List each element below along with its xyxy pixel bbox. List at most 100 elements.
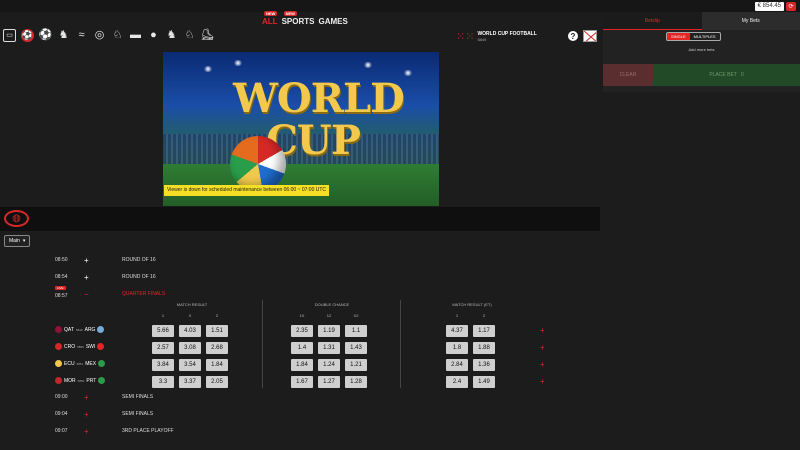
round-time: 09:04 [55,411,68,417]
odds-button[interactable]: 2.05 [206,376,228,388]
odds-button[interactable]: 1.88 [473,342,495,354]
away-flag-icon [97,343,105,350]
list-item[interactable]: 09:07 + 3RD PLACE PLAYOFF [0,425,600,437]
refresh-icon[interactable]: ⟳ [786,1,796,11]
football-icon[interactable]: ⚽ [39,29,53,42]
betslip-panel: Betslip My Bets SINGLE MULTIPLES Add mor… [603,12,800,92]
expand-icon[interactable]: + [84,273,89,282]
odds-button[interactable]: 1.1 [345,325,367,337]
list-item[interactable]: 08:50 + ROUND OF 16 [0,254,600,266]
clear-button[interactable]: CLEAR [603,64,653,86]
column-header: 1 [455,313,459,318]
away-team: MEX [85,360,97,367]
nav-games-label: GAMES [318,17,348,26]
odds-button[interactable]: 1.8 [446,342,468,354]
odds-button[interactable]: 3.37 [179,376,201,388]
motor-racing-icon[interactable]: ▬ [129,29,142,42]
mode-single[interactable]: SINGLE [667,33,690,40]
odds-button[interactable]: 2.35 [291,325,313,337]
table-row: MOR 5852 PRT 3.3 3.37 2.05 1.67 1.27 1.28 2.4 1.49… [0,376,600,389]
target-icon[interactable]: ◎ [93,29,106,42]
list-item[interactable]: 08:54 + ROUND OF 16 [0,271,600,283]
list-item[interactable]: 09:04 + SEMI FINALS [0,408,600,420]
globe-icon[interactable]: ◍ [4,210,29,227]
list-item[interactable]: 09:00 + SEMI FINALS [0,391,600,403]
expand-icon[interactable]: + [84,393,89,402]
round-label: QUARTER FINALS [122,291,166,297]
odds-button[interactable]: 4.37 [446,325,468,337]
soccer-icon[interactable]: ⚽ [21,29,34,42]
odds-button[interactable]: 1.51 [206,325,228,337]
odds-button[interactable]: 1.19 [318,325,340,337]
greyhound-icon[interactable]: ≈ [75,29,88,42]
market-select[interactable]: Main ▾ [4,235,31,247]
more-markets-icon[interactable]: + [540,344,545,352]
odds-button[interactable]: 1.17 [473,325,495,337]
odds-button[interactable]: 2.57 [152,342,174,354]
home-team: ECU [64,360,75,367]
ice-hockey-icon[interactable]: ⛸ [201,29,215,42]
odds-button[interactable]: 3.54 [179,359,201,371]
expand-icon[interactable]: + [84,410,89,419]
home-flag-icon [55,360,62,367]
more-markets-icon[interactable]: + [540,361,545,369]
odds-button[interactable]: 3.3 [152,376,174,388]
trotting-icon[interactable]: ♞ [165,29,178,42]
odds-button[interactable]: 1.31 [318,342,340,354]
place-bet-button[interactable]: PLACE BET 0 [653,64,800,86]
toolbar-strip: ◍ [0,207,600,231]
odds-button[interactable]: 1.27 [318,376,340,388]
language-flag-icon[interactable] [583,30,597,42]
tab-my-bets[interactable]: My Bets [701,12,800,30]
odds-button[interactable]: 1.67 [291,376,313,388]
table-tennis-icon[interactable]: ● [147,29,160,42]
odds-button[interactable]: 5.66 [152,325,174,337]
odds-button[interactable]: 1.4 [291,342,313,354]
match-id: 5852 [77,378,85,383]
stadium-light [203,66,213,72]
home-flag-icon [55,326,62,333]
nav-all[interactable]: NEW ALL [262,11,278,26]
tv-icon[interactable]: ▭ [3,29,16,42]
more-markets-icon[interactable]: + [540,378,545,386]
round-time: 08:54 [55,274,68,280]
list-item[interactable]: LIVE 08:57 − QUARTER FINALS [0,286,600,300]
odds-button[interactable]: 1.84 [206,359,228,371]
odds-button[interactable]: 1.21 [345,359,367,371]
odds-button[interactable]: 2.84 [446,359,468,371]
nav-games[interactable]: GAMES [318,13,347,26]
expand-icon[interactable]: + [84,256,89,265]
odds-button[interactable]: 1.24 [318,359,340,371]
new-badge: NEW [283,11,297,16]
odds-button[interactable]: 1.36 [473,359,495,371]
match-teams: ECU 5851 MEX [55,360,106,367]
odds-button[interactable]: 2.68 [206,342,228,354]
odds-button[interactable]: 2.4 [446,376,468,388]
harness-racing-icon[interactable]: ♘ [183,29,196,42]
expand-icon[interactable]: + [84,427,89,436]
place-bet-amount: 0 [740,72,744,78]
column-header: 1 [161,313,165,318]
table-row: ECU 5851 MEX 3.84 3.54 1.84 1.84 1.24 1.21 2.84 1.… [0,359,600,372]
away-team: SWI [85,343,96,350]
mode-multiples[interactable]: MULTIPLES [690,33,720,40]
horse-racing-icon[interactable]: ♞ [57,29,70,42]
collapse-icon[interactable]: − [84,290,89,299]
help-icon[interactable]: ? [568,31,578,41]
jumping-icon[interactable]: ♘ [111,29,124,42]
balance-amount: € 854.45 [754,1,784,11]
round-time: 08:50 [55,257,68,263]
nav-sports[interactable]: NEW SPORTS [282,11,314,26]
tab-betslip[interactable]: Betslip [603,12,702,30]
odds-button[interactable]: 1.49 [473,376,495,388]
more-markets-icon[interactable]: + [540,327,545,335]
odds-button[interactable]: 3.84 [152,359,174,371]
odds-button[interactable]: 1.43 [345,342,367,354]
odds-button[interactable]: 1.84 [291,359,313,371]
odds-button[interactable]: 3.08 [179,342,201,354]
balance-widget: € 854.45 ⟳ [754,1,796,11]
odds-button[interactable]: 4.03 [179,325,201,337]
grid-icon[interactable]: ⁙⁙ [456,30,474,43]
odds-button[interactable]: 1.28 [345,376,367,388]
home-team: MOR [64,377,76,384]
